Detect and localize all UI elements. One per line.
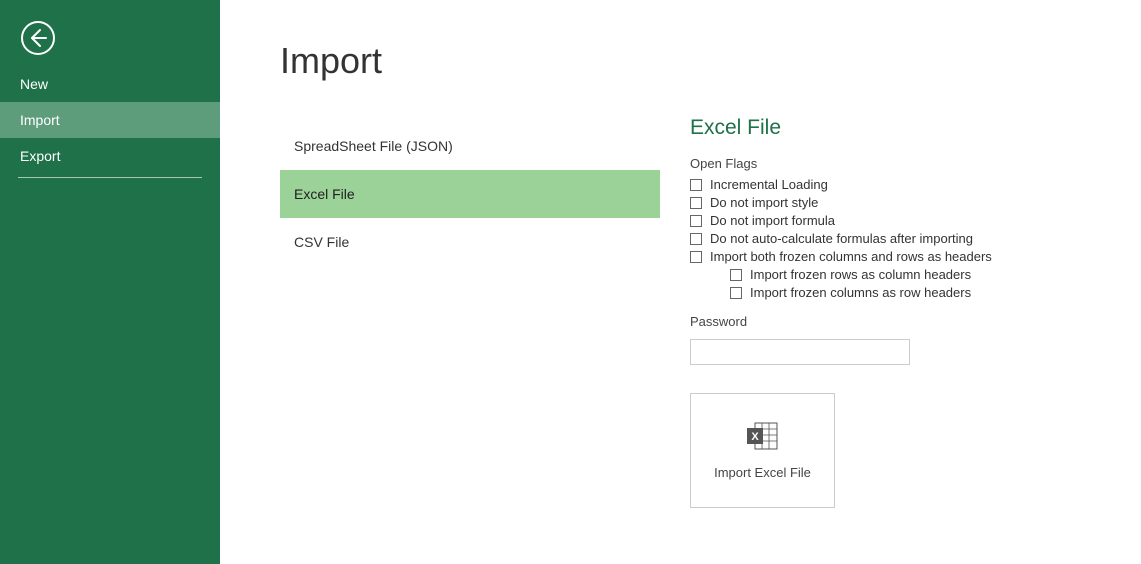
checkbox-do-not-import-style[interactable]: Do not import style <box>690 195 992 210</box>
sidebar-divider <box>18 177 202 178</box>
checkbox-do-not-auto-calculate[interactable]: Do not auto-calculate formulas after imp… <box>690 231 992 246</box>
checkbox-import-both-frozen[interactable]: Import both frozen columns and rows as h… <box>690 249 992 264</box>
checkbox-icon <box>690 197 702 209</box>
import-button-label: Import Excel File <box>714 465 811 480</box>
checkbox-label: Import frozen columns as row headers <box>750 285 971 300</box>
excel-file-icon: X <box>745 421 781 451</box>
open-flags-label: Open Flags <box>690 156 992 171</box>
checkbox-do-not-import-formula[interactable]: Do not import formula <box>690 213 992 228</box>
checkbox-label: Import both frozen columns and rows as h… <box>710 249 992 264</box>
sidebar-item-import[interactable]: Import <box>0 102 220 138</box>
import-type-excel[interactable]: Excel File <box>280 170 660 218</box>
checkbox-label: Do not auto-calculate formulas after imp… <box>710 231 973 246</box>
checkbox-icon <box>690 179 702 191</box>
svg-text:X: X <box>751 431 759 443</box>
sidebar-item-export[interactable]: Export <box>0 138 220 174</box>
checkbox-label: Do not import style <box>710 195 818 210</box>
page-title: Import <box>280 40 660 82</box>
checkbox-icon <box>690 233 702 245</box>
back-button[interactable] <box>18 18 58 58</box>
password-block: Password <box>690 314 992 365</box>
main-content: Import SpreadSheet File (JSON) Excel Fil… <box>220 0 1141 564</box>
checkbox-icon <box>690 215 702 227</box>
password-label: Password <box>690 314 992 329</box>
checkbox-incremental-loading[interactable]: Incremental Loading <box>690 177 992 192</box>
import-type-list: SpreadSheet File (JSON) Excel File CSV F… <box>280 122 660 266</box>
sidebar: New Import Export <box>0 0 220 564</box>
panel-title: Excel File <box>690 116 992 140</box>
checkbox-import-frozen-rows[interactable]: Import frozen rows as column headers <box>730 267 992 282</box>
sidebar-item-new[interactable]: New <box>0 66 220 102</box>
checkbox-label: Do not import formula <box>710 213 835 228</box>
import-excel-file-button[interactable]: X Import Excel File <box>690 393 835 508</box>
import-type-csv[interactable]: CSV File <box>280 218 660 266</box>
left-column: Import SpreadSheet File (JSON) Excel Fil… <box>280 40 660 564</box>
checkbox-icon <box>730 269 742 281</box>
import-type-json[interactable]: SpreadSheet File (JSON) <box>280 122 660 170</box>
options-panel: Excel File Open Flags Incremental Loadin… <box>660 40 992 564</box>
password-input[interactable] <box>690 339 910 365</box>
checkbox-icon <box>690 251 702 263</box>
checkbox-label: Incremental Loading <box>710 177 828 192</box>
checkbox-import-frozen-cols[interactable]: Import frozen columns as row headers <box>730 285 992 300</box>
back-arrow-icon <box>20 20 56 56</box>
checkbox-label: Import frozen rows as column headers <box>750 267 971 282</box>
checkbox-icon <box>730 287 742 299</box>
